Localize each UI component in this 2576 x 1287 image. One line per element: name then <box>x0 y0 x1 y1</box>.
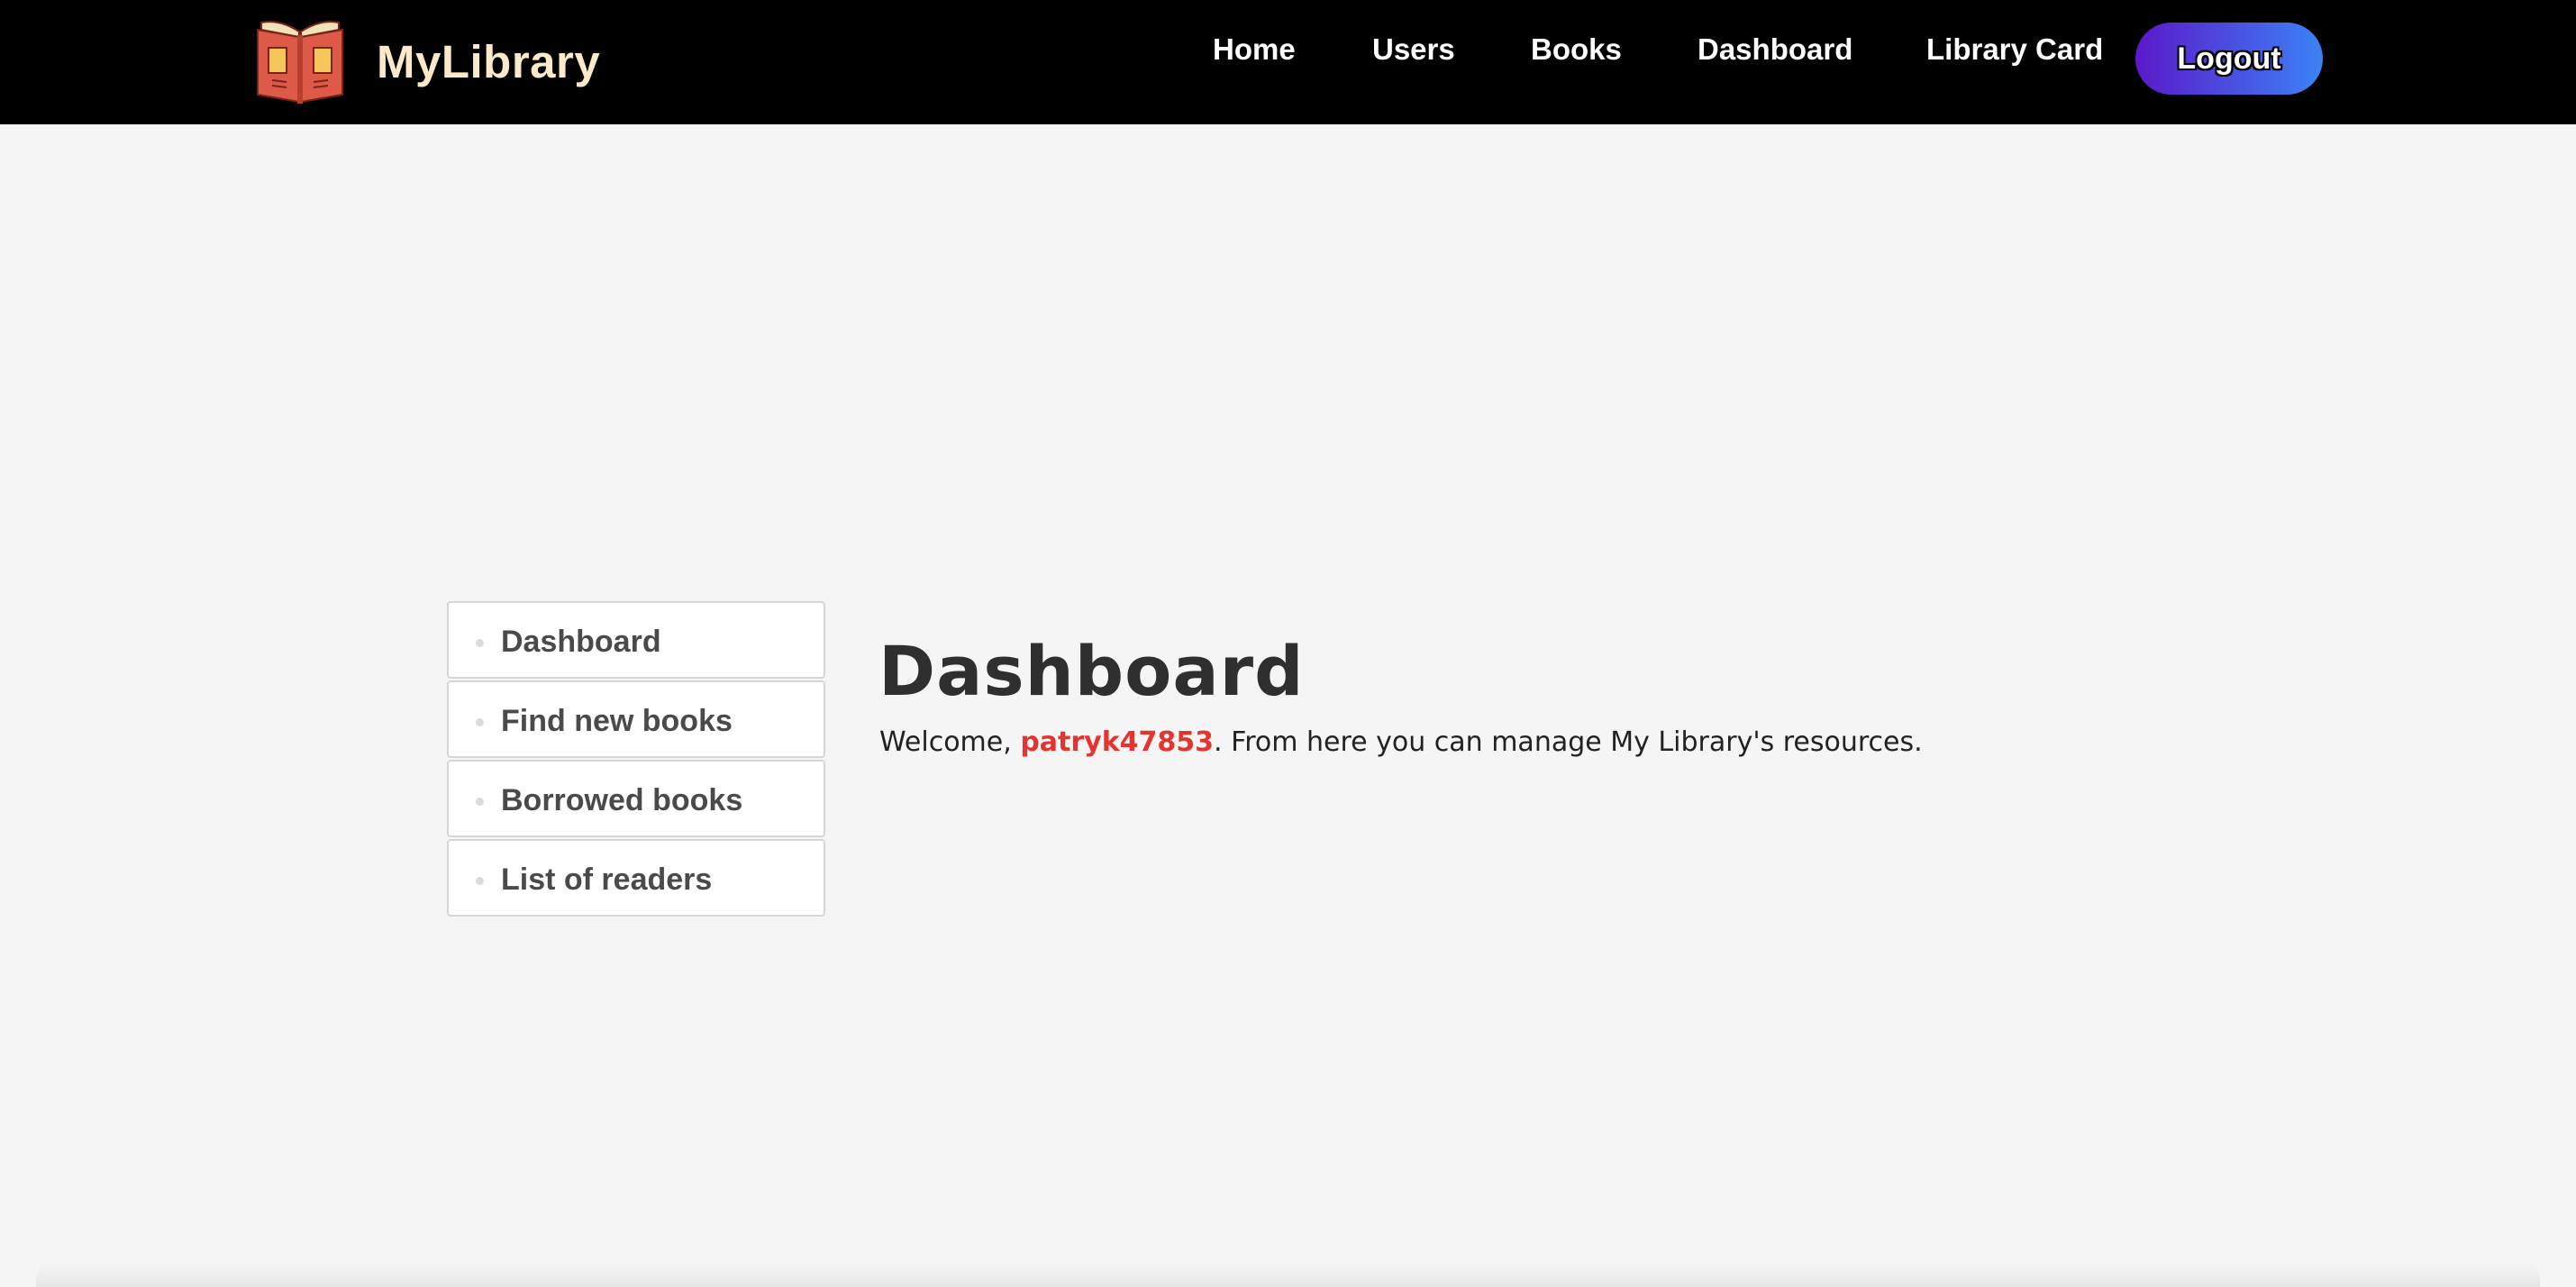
sidebar-item-find-new-books[interactable]: Find new books <box>447 680 825 758</box>
sidebar-item-label: List of readers <box>501 863 713 897</box>
sidebar-item-label: Borrowed books <box>501 783 743 817</box>
brand-home-link[interactable]: MyLibrary <box>252 16 600 106</box>
sidebar-item-borrowed-books[interactable]: Borrowed books <box>447 760 825 837</box>
logout-button[interactable]: Logout <box>2135 23 2323 95</box>
bullet-icon <box>476 639 484 647</box>
sidebar-menu: Dashboard Find new books Borrowed books … <box>447 601 825 918</box>
sidebar-item-list-of-readers[interactable]: List of readers <box>447 839 825 917</box>
nav-link-books[interactable]: Books <box>1531 32 1622 67</box>
welcome-prefix: Welcome, <box>879 726 1021 758</box>
nav-link-home[interactable]: Home <box>1213 32 1296 67</box>
brand-name: MyLibrary <box>377 35 601 87</box>
sidebar-item-label: Dashboard <box>501 625 661 659</box>
bullet-icon <box>476 718 484 726</box>
sidebar-item-label: Find new books <box>501 704 733 738</box>
username: patryk47853 <box>1020 726 1215 758</box>
nav-link-library-card[interactable]: Library Card <box>1926 32 2103 67</box>
open-book-icon <box>257 21 343 104</box>
top-navbar: MyLibrary Home Users Books Dashboard Lib… <box>0 0 2576 124</box>
nav-link-users[interactable]: Users <box>1372 32 1455 67</box>
bullet-icon <box>476 798 484 806</box>
page-title: Dashboard <box>878 631 1305 711</box>
bullet-icon <box>476 877 484 885</box>
footer-shadow <box>36 1262 2540 1287</box>
sidebar-item-dashboard[interactable]: Dashboard <box>447 601 825 679</box>
welcome-message: Welcome, patryk47853. From here you can … <box>879 726 1923 758</box>
welcome-suffix: . From here you can manage My Library's … <box>1214 726 1923 758</box>
nav-link-dashboard[interactable]: Dashboard <box>1698 32 1852 67</box>
